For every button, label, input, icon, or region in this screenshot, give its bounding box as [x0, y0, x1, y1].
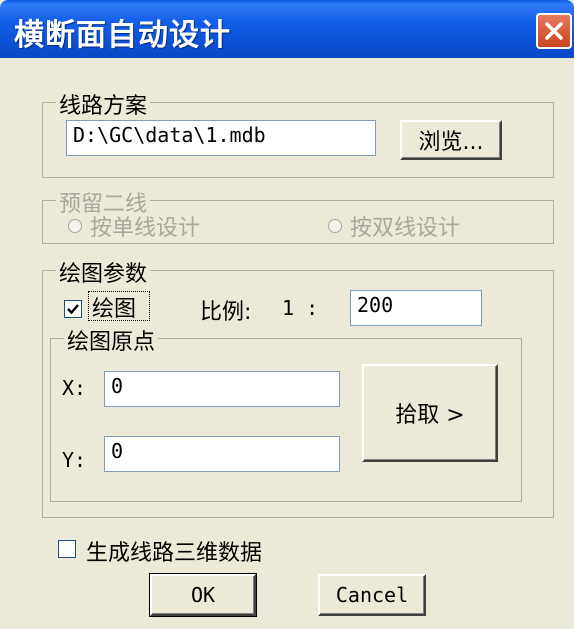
cancel-button[interactable]: Cancel	[318, 574, 426, 616]
draw-checkbox[interactable]	[64, 300, 82, 318]
x-input[interactable]: 0	[104, 371, 340, 407]
single-line-radio[interactable]	[68, 219, 82, 233]
route-scheme-legend: 线路方案	[56, 88, 151, 120]
checkmark-icon	[67, 304, 79, 315]
close-button[interactable]	[536, 13, 572, 49]
y-input[interactable]: 0	[104, 436, 340, 472]
scale-prefix: 1 :	[282, 296, 319, 320]
x-label: X:	[62, 376, 87, 400]
y-label: Y:	[62, 448, 87, 472]
draw-checkbox-label: 绘图	[92, 297, 137, 322]
dialog-window: 横断面自动设计 线路方案 D:\GC\data\1.mdb 浏览... 预留二线…	[0, 0, 574, 629]
ok-button[interactable]: OK	[149, 573, 257, 617]
route-path-input[interactable]: D:\GC\data\1.mdb	[66, 120, 376, 156]
origin-legend: 绘图原点	[64, 324, 159, 356]
close-icon	[545, 22, 563, 40]
double-line-label: 按双线设计	[350, 216, 461, 241]
generate-3d-label: 生成线路三维数据	[86, 541, 263, 566]
title-bar[interactable]: 横断面自动设计	[0, 0, 574, 58]
browse-button[interactable]: 浏览...	[400, 120, 502, 160]
scale-input[interactable]: 200	[350, 290, 482, 326]
double-line-radio[interactable]	[328, 219, 342, 233]
generate-3d-checkbox[interactable]	[58, 540, 76, 558]
scale-label: 比例:	[200, 300, 252, 325]
single-line-label: 按单线设计	[90, 216, 201, 241]
window-title: 横断面自动设计	[14, 18, 231, 53]
pick-button[interactable]: 拾取 >	[362, 364, 498, 462]
drawing-params-legend: 绘图参数	[56, 256, 151, 288]
